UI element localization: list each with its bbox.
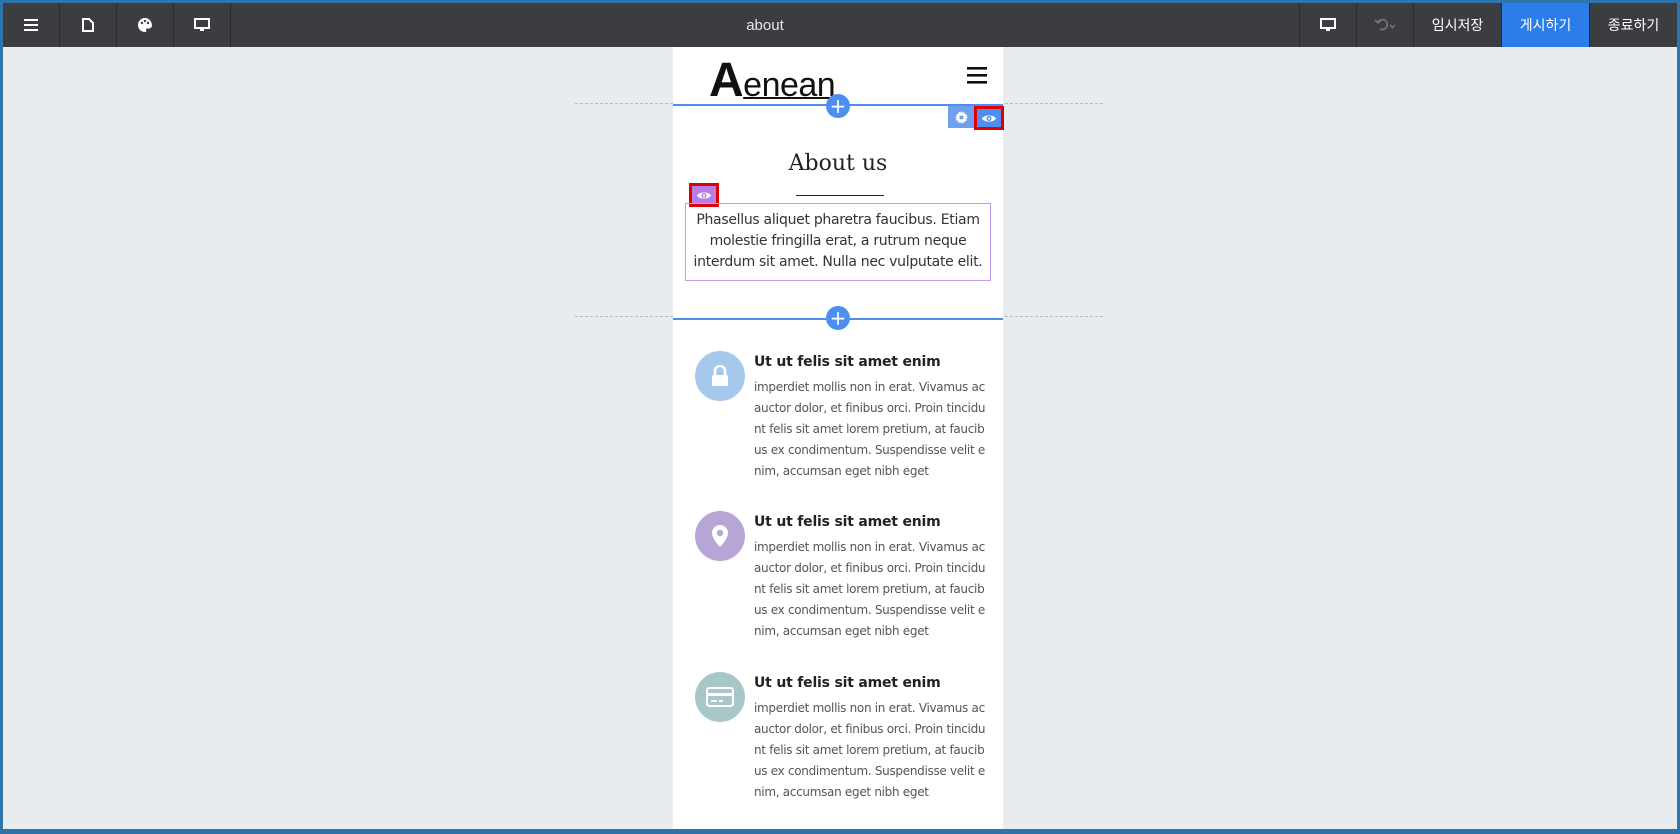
undo-icon xyxy=(1374,18,1396,31)
page-button[interactable] xyxy=(60,3,117,47)
publish-button[interactable]: 게시하기 xyxy=(1501,3,1589,47)
about-text-block[interactable]: Phasellus aliquet pharetra faucibus. Eti… xyxy=(685,203,991,281)
feature-body: imperdiet mollis non in erat. Vivamus ac… xyxy=(754,701,986,799)
section-settings-button[interactable] xyxy=(948,106,974,128)
feature-icon-circle xyxy=(695,672,745,722)
mobile-canvas: Aenean + About us Phasellus aliquet phar… xyxy=(673,47,1004,829)
eye-icon xyxy=(697,192,711,198)
file-icon xyxy=(82,18,94,32)
feature-title: Ut ut felis sit amet enim xyxy=(754,675,941,691)
editor-window: about 임시저장 게시하기 종료하기 Aenean + About us P… xyxy=(3,3,1677,829)
hamburger-icon xyxy=(24,19,38,31)
heading-underline xyxy=(796,195,884,196)
feature-title: Ut ut felis sit amet enim xyxy=(754,354,941,370)
exit-button[interactable]: 종료하기 xyxy=(1589,3,1677,47)
add-section-button[interactable]: + xyxy=(826,306,850,330)
site-menu-icon[interactable] xyxy=(967,67,987,84)
feature-item: Ut ut felis sit amet enim imperdiet moll… xyxy=(695,672,986,812)
feature-title: Ut ut felis sit amet enim xyxy=(754,514,941,530)
lock-icon xyxy=(712,365,728,386)
add-section-button[interactable]: + xyxy=(826,94,850,118)
feature-body: imperdiet mollis non in erat. Vivamus ac… xyxy=(754,380,986,478)
device-toggle-button[interactable] xyxy=(1299,3,1356,47)
section-toolbar xyxy=(948,106,1004,130)
feature-icon-circle xyxy=(695,511,745,561)
preview-button[interactable] xyxy=(174,3,231,47)
gear-icon xyxy=(954,110,968,124)
feature-item: Ut ut felis sit amet enim imperdiet moll… xyxy=(695,511,986,651)
credit-card-icon xyxy=(706,687,734,707)
menu-button[interactable] xyxy=(3,3,60,47)
monitor-icon xyxy=(1320,18,1336,31)
eye-icon xyxy=(982,115,996,121)
site-logo[interactable]: Aenean xyxy=(709,53,836,108)
palette-icon xyxy=(138,18,152,32)
temp-save-button[interactable]: 임시저장 xyxy=(1413,3,1501,47)
theme-button[interactable] xyxy=(117,3,174,47)
feature-body: imperdiet mollis non in erat. Vivamus ac… xyxy=(754,540,986,638)
monitor-icon xyxy=(194,18,210,31)
section-visibility-button[interactable] xyxy=(974,106,1004,130)
editor-toolbar: about 임시저장 게시하기 종료하기 xyxy=(3,3,1677,47)
about-heading: About us xyxy=(788,151,888,176)
feature-item: Ut ut felis sit amet enim imperdiet moll… xyxy=(695,351,986,491)
undo-button[interactable] xyxy=(1356,3,1413,47)
feature-icon-circle xyxy=(695,351,745,401)
page-title: about xyxy=(746,16,784,34)
map-pin-icon xyxy=(712,525,728,547)
